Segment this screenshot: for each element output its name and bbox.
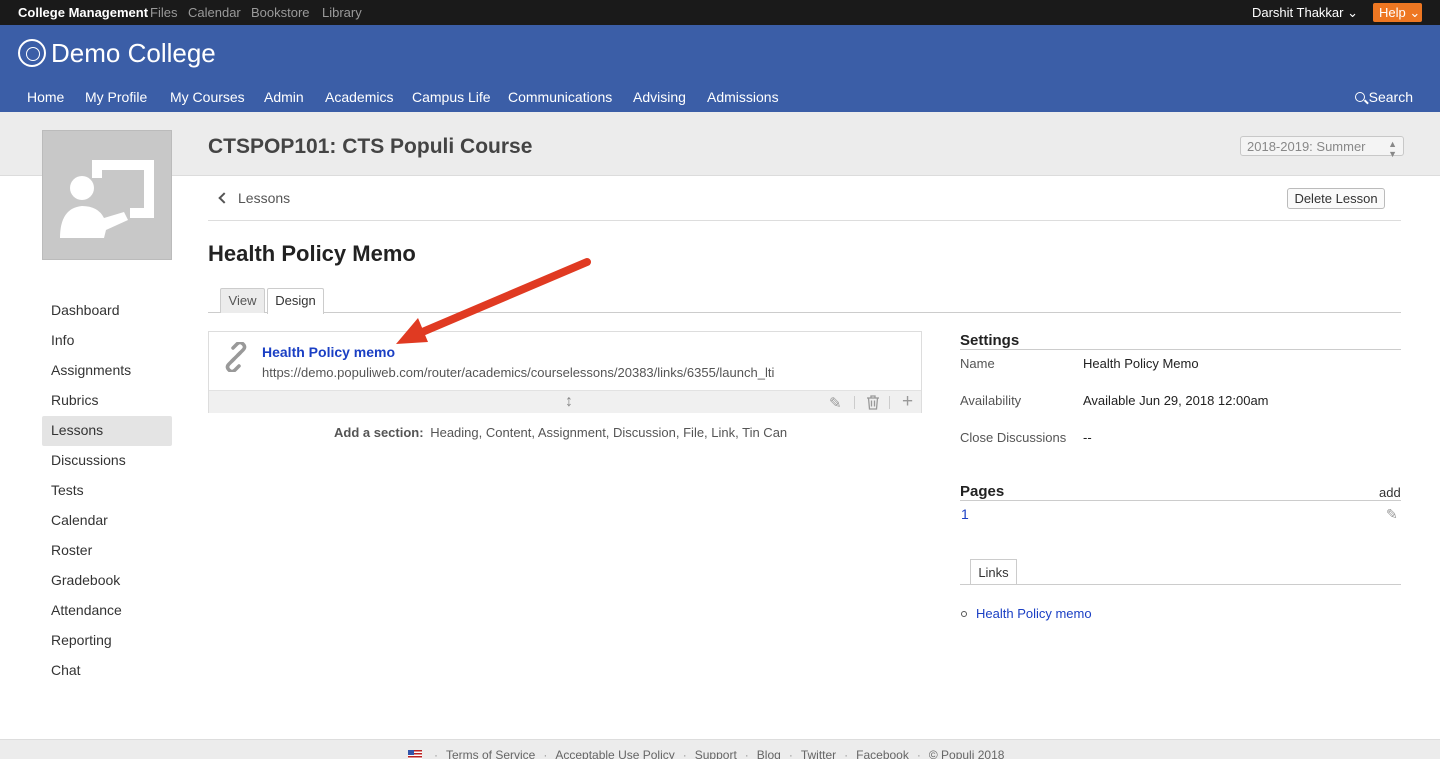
search-icon: [1354, 92, 1365, 102]
chevron-left-icon: [218, 192, 230, 204]
section-link-title[interactable]: Health Policy memo: [262, 344, 395, 360]
tab-view[interactable]: View: [220, 288, 265, 313]
site-header: Demo College Home My Profile My Courses …: [0, 25, 1440, 112]
sidebar-item-reporting[interactable]: Reporting: [42, 626, 172, 656]
footer-link-twitter[interactable]: Twitter: [801, 748, 836, 759]
topbar-link-files[interactable]: Files: [150, 5, 177, 20]
college-seal-icon: [18, 39, 46, 67]
nav-home[interactable]: Home: [27, 89, 64, 105]
setting-label-close-discussions: Close Discussions: [960, 430, 1067, 445]
sidebar-item-info[interactable]: Info: [42, 326, 172, 356]
college-name[interactable]: Demo College: [51, 38, 216, 69]
footer-link-blog[interactable]: Blog: [757, 748, 781, 759]
sidebar-item-chat[interactable]: Chat: [42, 656, 172, 686]
sidebar-item-assignments[interactable]: Assignments: [42, 356, 172, 386]
nav-my-courses[interactable]: My Courses: [170, 89, 245, 105]
footer-link-support[interactable]: Support: [695, 748, 737, 759]
select-arrows-icon: ▲ ▼: [1388, 139, 1397, 159]
pages-divider: [960, 500, 1401, 501]
nav-advising[interactable]: Advising: [633, 89, 686, 105]
course-image: [42, 130, 172, 260]
divider: [208, 220, 1401, 221]
sidebar-item-calendar[interactable]: Calendar: [42, 506, 172, 536]
footer-link-terms[interactable]: Terms of Service: [446, 748, 535, 759]
nav-communications[interactable]: Communications: [508, 89, 612, 105]
help-button[interactable]: Help ⌄: [1373, 3, 1422, 22]
footer-link-facebook[interactable]: Facebook: [856, 748, 909, 759]
lesson-title: Health Policy Memo: [208, 241, 416, 266]
page-footer: · Terms of Service · Acceptable Use Policy ·…: [0, 739, 1440, 759]
sidebar-item-discussions[interactable]: Discussions: [42, 446, 172, 476]
page-link-1[interactable]: 1: [961, 506, 969, 522]
classroom-icon: [60, 160, 154, 238]
search-label: Search: [1368, 89, 1413, 105]
topbar-link-library[interactable]: Library: [322, 5, 362, 20]
add-section-row: Add a section: Heading, Content, Assignm…: [334, 425, 787, 440]
nav-campus-life[interactable]: Campus Life: [412, 89, 491, 105]
section-toolbar: ↕ ✎ +: [209, 390, 921, 413]
setting-value-availability: Available Jun 29, 2018 12:00am: [1083, 393, 1269, 408]
pencil-icon[interactable]: ✎: [829, 394, 842, 412]
setting-value-name: Health Policy Memo: [1083, 356, 1199, 371]
topbar-link-calendar[interactable]: Calendar: [188, 5, 241, 20]
setting-label-name: Name: [960, 356, 995, 371]
term-select[interactable]: 2018-2019: Summer ▲ ▼: [1240, 136, 1404, 159]
pages-heading: Pages: [960, 483, 1005, 500]
term-select-value: 2018-2019: Summer: [1247, 139, 1366, 154]
list-item[interactable]: Health Policy memo: [961, 606, 1092, 621]
tab-design[interactable]: Design: [267, 288, 324, 314]
nav-my-profile[interactable]: My Profile: [85, 89, 147, 105]
course-title: CTSPOP101: CTS Populi Course: [208, 135, 533, 158]
sidebar-item-gradebook[interactable]: Gradebook: [42, 566, 172, 596]
settings-heading: Settings: [960, 332, 1020, 349]
course-sidebar: Dashboard Info Assignments Rubrics Lesso…: [42, 296, 172, 686]
sidebar-item-tests[interactable]: Tests: [42, 476, 172, 506]
plus-icon[interactable]: +: [902, 391, 913, 413]
add-page-link[interactable]: add: [1379, 485, 1401, 500]
sidebar-item-attendance[interactable]: Attendance: [42, 596, 172, 626]
sidebar-item-dashboard[interactable]: Dashboard: [42, 296, 172, 326]
nav-admin[interactable]: Admin: [264, 89, 304, 105]
setting-value-close-discussions: --: [1083, 430, 1092, 445]
topbar-link-bookstore[interactable]: Bookstore: [251, 5, 310, 20]
toolbar-separator: [854, 396, 855, 409]
app-switcher-college-management[interactable]: College Management: [18, 5, 148, 20]
add-section-label: Add a section:: [334, 425, 424, 440]
sidebar-item-lessons[interactable]: Lessons: [42, 416, 172, 446]
add-section-options[interactable]: Heading, Content, Assignment, Discussion…: [430, 425, 787, 440]
breadcrumb-label: Lessons: [238, 190, 291, 206]
setting-label-availability: Availability: [960, 393, 1022, 408]
search-button[interactable]: Search: [1354, 89, 1413, 105]
toolbar-separator: [889, 396, 890, 409]
links-divider: [960, 584, 1401, 585]
sidebar-item-roster[interactable]: Roster: [42, 536, 172, 566]
sidebar-item-rubrics[interactable]: Rubrics: [42, 386, 172, 416]
breadcrumb-back-lessons[interactable]: Lessons: [218, 190, 291, 206]
nav-admissions[interactable]: Admissions: [707, 89, 779, 105]
links-item-label: Health Policy memo: [976, 606, 1092, 621]
footer-copyright: © Populi 2018: [928, 748, 1005, 759]
move-handle-icon[interactable]: ↕: [565, 393, 573, 411]
us-flag-icon[interactable]: [408, 750, 422, 759]
section-link-url: https://demo.populiweb.com/router/academ…: [262, 365, 775, 380]
settings-divider: [960, 349, 1401, 350]
pencil-icon[interactable]: ✎: [1386, 506, 1398, 523]
trash-icon[interactable]: [866, 395, 880, 410]
top-bar: College Management Files Calendar Bookst…: [0, 0, 1440, 25]
user-menu[interactable]: Darshit Thakkar ⌄: [1252, 5, 1358, 21]
delete-lesson-button[interactable]: Delete Lesson: [1287, 188, 1385, 209]
nav-academics[interactable]: Academics: [325, 89, 393, 105]
bullet-icon: [961, 611, 967, 617]
link-icon: [225, 342, 247, 372]
lesson-link-section: Health Policy memo https://demo.populiwe…: [208, 331, 922, 413]
footer-link-aup[interactable]: Acceptable Use Policy: [555, 748, 674, 759]
tab-links[interactable]: Links: [970, 559, 1017, 585]
tabs-divider: [208, 312, 1401, 313]
